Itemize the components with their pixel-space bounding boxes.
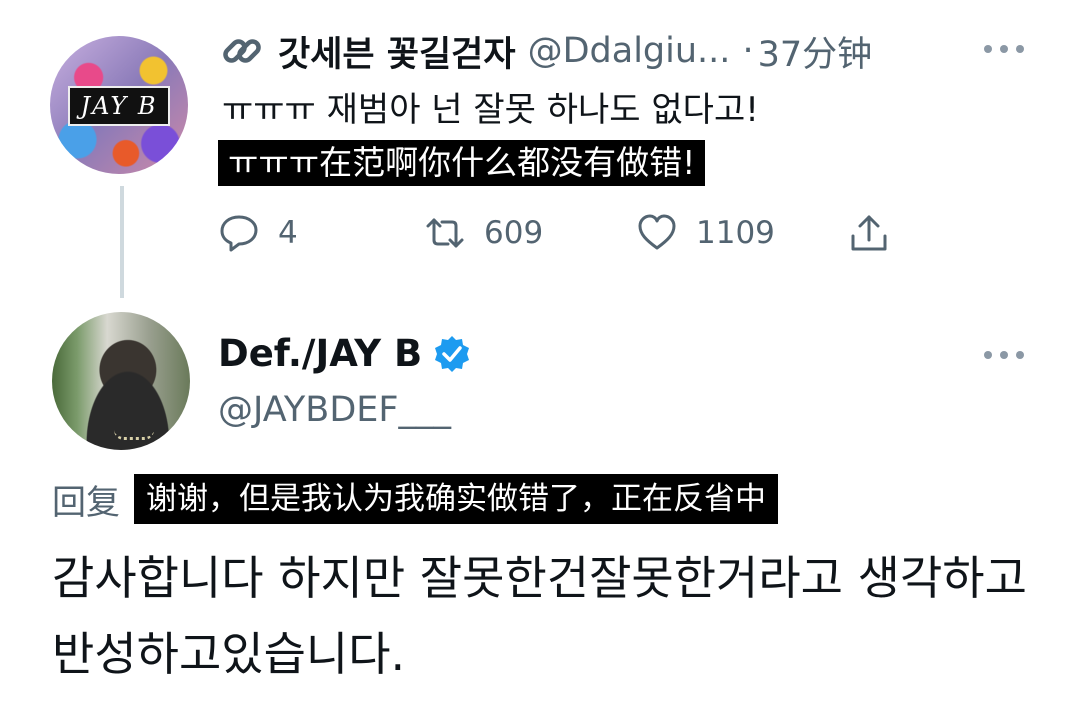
tweet-text: ㅠㅠㅠ 재범아 넌 잘못 하나도 없다고! <box>222 90 759 130</box>
link-icon <box>223 39 261 63</box>
tweet-thread: JAY B 갓세븐 꽃길걷자 @Ddalgiu... · 37分钟 ㅠㅠㅠ 재범… <box>0 0 1080 702</box>
avatar[interactable]: JAY B <box>50 36 188 174</box>
reply-button[interactable]: 4 <box>218 210 298 256</box>
verified-badge-icon <box>435 335 470 372</box>
user-handle[interactable]: @Ddalgiu... <box>528 31 731 71</box>
share-icon <box>851 215 887 251</box>
display-name[interactable]: 갓세븐 꽃길걷자 <box>278 26 516 77</box>
user-handle[interactable]: @JAYBDEF___ <box>218 390 451 430</box>
retweet-count: 609 <box>484 215 544 251</box>
tweet-text: 감사합니다 하지만 잘못한건잘못한거라고 생각하고 반성하고있습니다. <box>52 551 1027 681</box>
tweet-timestamp[interactable]: 37分钟 <box>758 26 873 77</box>
display-name[interactable]: Def./JAY B <box>218 332 422 375</box>
tweet-header: 갓세븐 꽃길걷자 @Ddalgiu... · 37分钟 <box>218 26 872 76</box>
avatar-logo-text: JAY B <box>68 86 170 126</box>
like-button[interactable]: 1109 <box>636 210 775 256</box>
more-options-icon[interactable] <box>984 43 1024 55</box>
share-button[interactable] <box>848 210 890 256</box>
more-options-icon[interactable] <box>984 349 1024 361</box>
reply-context: 回复 谢谢，但是我认为我确实做错了，正在反省中 <box>52 474 778 524</box>
avatar-detail <box>114 430 154 440</box>
translation-caption: ㅠㅠㅠ在范啊你什么都没有做错! <box>218 140 706 186</box>
heart-icon <box>638 214 676 250</box>
retweet-button[interactable]: 609 <box>424 210 543 256</box>
translation-caption: 谢谢，但是我认为我确实做错了，正在反省中 <box>134 474 778 524</box>
reply-label: 回复 <box>52 482 120 523</box>
tweet-header: Def./JAY B <box>218 332 472 375</box>
separator-dot: · <box>742 31 754 71</box>
like-count: 1109 <box>696 215 775 251</box>
tweet-action-bar: 4 609 1109 <box>218 210 898 256</box>
thread-connector-line <box>120 186 124 298</box>
avatar[interactable] <box>52 312 190 450</box>
reply-icon <box>220 215 258 252</box>
retweet-icon <box>426 218 464 248</box>
reply-count: 4 <box>278 215 298 251</box>
